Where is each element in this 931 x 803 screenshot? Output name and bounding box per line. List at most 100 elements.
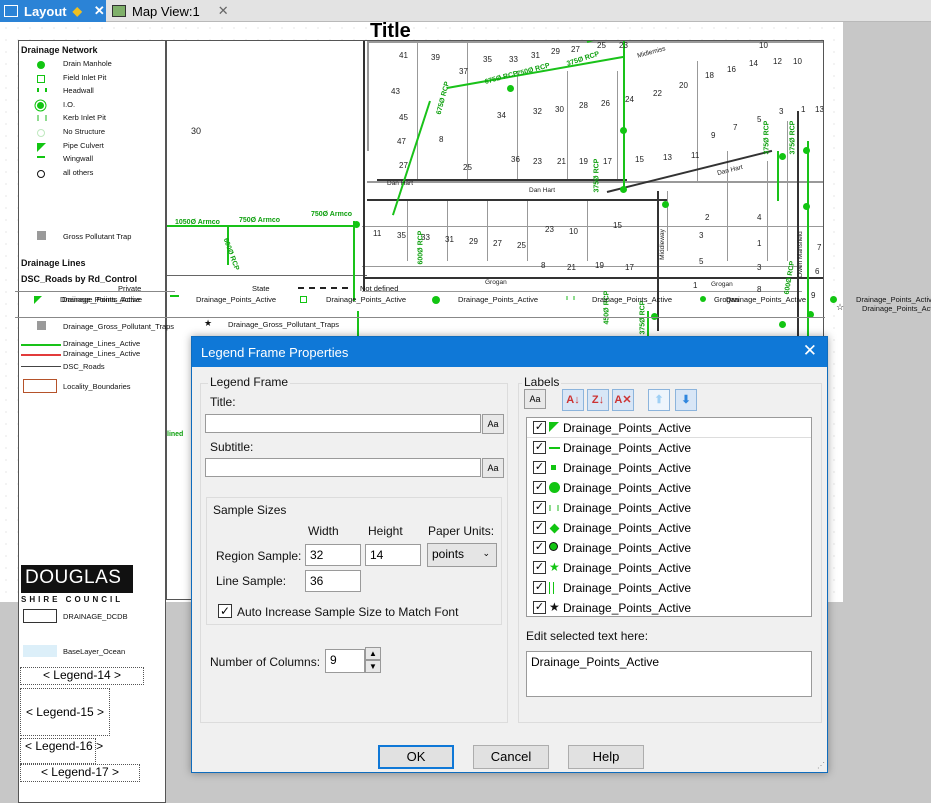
lot-number: 13 [663,153,672,162]
lot-number: 8 [541,261,546,270]
labels-font-button[interactable]: Aa [524,389,546,409]
move-up-icon[interactable]: ⬆ [648,389,670,411]
label-checkbox[interactable]: ✓ [533,461,546,474]
pipe-label: 600Ø RCP [417,230,425,265]
subtitle-input[interactable] [205,458,481,477]
legend-17-placeholder[interactable]: < Legend-17 > [20,764,140,782]
legend-15-placeholder[interactable]: < Legend-15 > [20,688,110,736]
label-list-item[interactable]: ✓ Drainage_Points_Active [527,418,811,438]
pipe-label: 675Ø RCP [484,70,519,86]
title-input[interactable] [205,414,481,433]
paper-units-select[interactable]: points ⌄ [427,543,497,567]
logo-text: DOUGLAS [25,567,122,588]
label-list-item[interactable]: ✓ Drainage_Points_Active [527,438,811,458]
label-checkbox[interactable]: ✓ [533,541,546,554]
legend-item: Drainage_Lines_Active [63,349,141,358]
close-icon[interactable]: ✕ [218,3,229,19]
sort-descending-icon[interactable]: Z↓ [587,389,609,411]
legend-item: DSC_Roads [63,362,105,371]
tab-map-view[interactable]: Map View:1 ✕ [108,0,243,22]
clear-sort-icon[interactable]: A✕ [612,389,634,411]
subtitle-font-button[interactable]: Aa [482,458,504,478]
lot-number: 10 [759,41,768,50]
spin-up-icon[interactable]: ▲ [365,647,381,660]
legend-16-placeholder[interactable]: < Legend-16 > [20,738,103,764]
lot-number: 21 [567,263,576,272]
paper-units-header: Paper Units: [428,524,495,538]
dialog-title-bar: Legend Frame Properties [192,337,827,367]
legend-14-placeholder[interactable]: < Legend-14 > [20,667,144,685]
close-icon[interactable]: ✕ [94,3,105,19]
legend-item: Drainage_Gross_Pollutant_Traps [63,322,175,331]
label-list-item[interactable]: ✓ Drainage_Points_Active [527,578,811,598]
label-checkbox[interactable]: ✓ [533,421,546,434]
label-list-item[interactable]: ✓ Drainage_Points_Active [527,458,811,478]
label-checkbox[interactable]: ✓ [533,521,546,534]
strip-symbol-icon [432,296,440,304]
pipe-line-symbol-icon [21,344,61,346]
labels-list[interactable]: ✓ Drainage_Points_Active ✓ Drainage_Points_… [526,417,812,617]
label-checkbox[interactable]: ✓ [533,601,546,614]
cancel-button[interactable]: Cancel [473,745,549,769]
region-height-input[interactable]: 14 [365,544,421,566]
parcel-boundary [367,41,823,43]
io-symbol-icon [37,101,44,109]
subtitle-label: Subtitle: [210,440,254,454]
chevron-down-icon: ⌄ [482,548,490,558]
label-list-item[interactable]: ✓ Drainage_Points_Active [527,478,811,498]
drainage-pipe [353,221,355,301]
columns-input[interactable]: 9 [325,649,365,673]
gross-pollutant-symbol-icon [37,231,46,240]
tab-layout[interactable]: Layout ◆ ✕ [0,0,106,22]
ok-button[interactable]: OK [378,745,454,769]
strip-divider [15,291,175,292]
lot-number: 2 [705,213,710,222]
pipe-label: 750Ø Armco [239,217,280,224]
road-name-label: Dan Hart [716,163,744,178]
drain-manhole-icon [353,221,360,228]
resize-grip-icon[interactable]: ⋰ [817,761,825,770]
pin-icon[interactable]: ◆ [73,4,82,18]
tab-map-view-label: Map View:1 [132,3,200,19]
lot-number: 12 [773,57,782,66]
paper-units-value: points [432,547,465,561]
legend-item: DRAINAGE_DCDB [63,612,128,621]
label-list-item[interactable]: ✓ Drainage_Points_Active [527,538,811,558]
label-list-item[interactable]: ✓ Drainage_Points_Active [527,498,811,518]
lot-number: 19 [579,157,588,166]
road-name-label: Grogan [485,279,507,286]
help-button[interactable]: Help [568,745,644,769]
close-icon[interactable]: ✕ [803,341,817,361]
label-checkbox[interactable]: ✓ [533,481,546,494]
label-checkbox[interactable]: ✓ [533,581,546,594]
auto-increase-checkbox[interactable]: ✓ [218,604,232,618]
drain-manhole-icon [662,201,669,208]
line-width-input[interactable]: 36 [305,570,361,592]
parcel-boundary [517,71,518,181]
pipe-label: 375Ø RCP [593,158,601,193]
lot-number: 20 [679,81,688,90]
lot-number: 24 [625,95,634,104]
spin-down-icon[interactable]: ▼ [365,660,381,673]
label-list-item[interactable]: ✓ ★ Drainage_Points_Active [527,598,811,616]
move-down-icon[interactable]: ⬇ [675,389,697,411]
label-checkbox[interactable]: ✓ [533,561,546,574]
edit-text-input[interactable]: Drainage_Points_Active [526,651,812,697]
label-checkbox[interactable]: ✓ [533,441,546,454]
road-line-symbol-icon [21,366,61,367]
strip-symbol-icon [170,295,179,297]
label-text: Drainage_Points_Active [563,421,692,435]
pipe-label: 750Ø Armco [311,211,352,218]
label-list-item[interactable]: ✓ Drainage_Points_Active [527,518,811,538]
horizontal-legend-strip[interactable]: Private State Not defined Drainage_Point… [0,284,931,329]
sort-ascending-icon[interactable]: A↓ [562,389,584,411]
legend-frame-properties-dialog[interactable]: Legend Frame Properties ✕ Legend Frame T… [191,336,828,773]
region-width-input[interactable]: 32 [305,544,361,566]
strip-symbol-icon [300,296,307,303]
drain-manhole-icon [620,186,627,193]
title-font-button[interactable]: Aa [482,414,504,434]
label-text: Drainage_Points_Active [563,601,692,615]
label-list-item[interactable]: ✓ ★ Drainage_Points_Active [527,558,811,578]
lot-number: 5 [699,257,704,266]
label-checkbox[interactable]: ✓ [533,501,546,514]
